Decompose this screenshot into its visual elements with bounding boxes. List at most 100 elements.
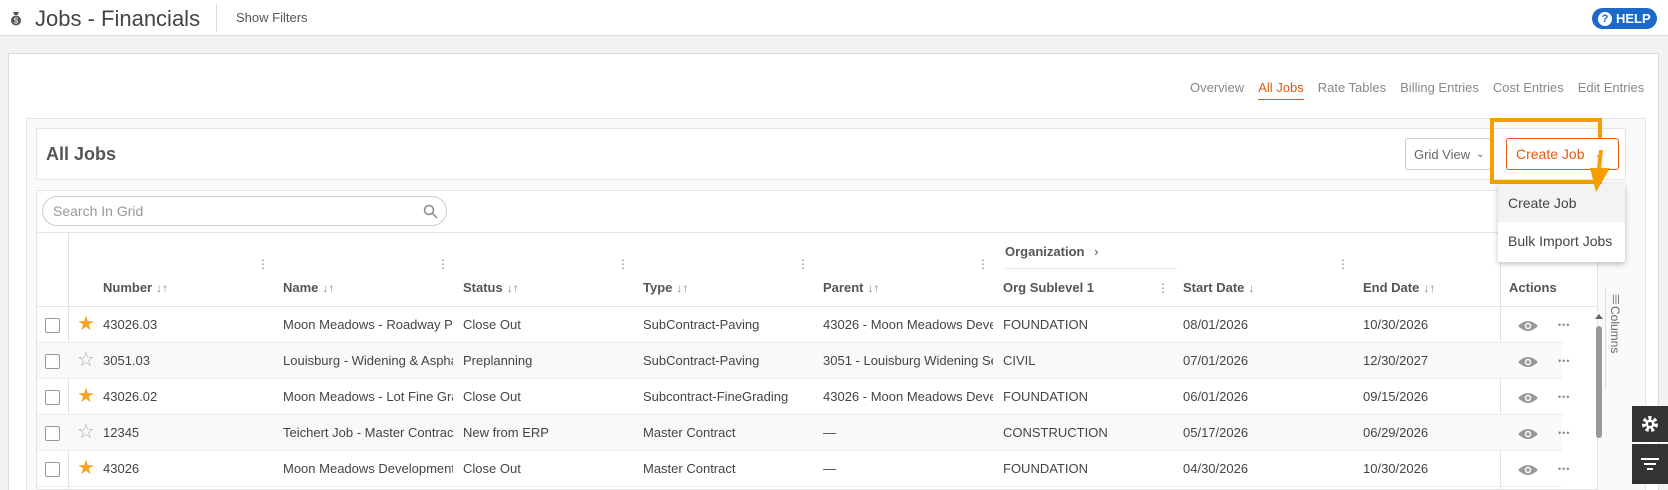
org-group-header[interactable]: Organization › <box>1005 244 1098 259</box>
row-start-date: 05/17/2026 <box>1183 425 1249 440</box>
column-header-name[interactable]: Name ↓↑ <box>283 280 334 295</box>
column-header-type[interactable]: Type ↓↑ <box>643 280 688 295</box>
row-checkbox[interactable] <box>45 354 60 369</box>
favorite-star-icon[interactable]: ☆ <box>77 350 95 370</box>
view-eye-icon[interactable] <box>1517 319 1539 333</box>
favorite-star-icon[interactable]: ★ <box>77 314 95 334</box>
menu-item-bulk-import-jobs[interactable]: Bulk Import Jobs <box>1498 222 1625 260</box>
tab-overview[interactable]: Overview <box>1190 80 1244 100</box>
column-label: Parent <box>823 280 864 295</box>
column-header-parent[interactable]: Parent ↓↑ <box>823 280 879 295</box>
row-status: Preplanning <box>463 353 533 368</box>
column-menu-icon[interactable]: ⋮ <box>257 258 269 270</box>
row-name[interactable]: Moon Meadows - Lot Fine Grading <box>283 379 453 415</box>
scroll-up-icon[interactable] <box>1594 312 1604 322</box>
column-menu-icon[interactable]: ⋮ <box>617 258 629 270</box>
column-label: Type <box>643 280 673 295</box>
view-eye-icon[interactable] <box>1517 427 1539 441</box>
row-end-date: 09/15/2026 <box>1363 389 1429 404</box>
column-menu-icon[interactable]: ⋮ <box>1337 258 1349 270</box>
tab-all-jobs[interactable]: All Jobs <box>1258 80 1304 100</box>
column-header-end-date[interactable]: End Date ↓↑ <box>1363 280 1435 295</box>
row-checkbox[interactable] <box>45 390 60 405</box>
row-checkbox[interactable] <box>45 318 60 333</box>
view-eye-icon[interactable] <box>1517 355 1539 369</box>
view-eye-icon[interactable] <box>1517 463 1539 477</box>
favorite-star-icon[interactable]: ☆ <box>77 422 95 442</box>
row-number[interactable]: 43026.03 <box>103 307 263 343</box>
divider <box>216 4 217 32</box>
scroll-thumb[interactable] <box>1596 326 1602 438</box>
gear-icon <box>1642 416 1658 432</box>
row-number[interactable]: 43026.02 <box>103 379 263 415</box>
money-bag-icon: $ <box>11 12 21 26</box>
tab-edit-entries[interactable]: Edit Entries <box>1578 80 1644 100</box>
table-row[interactable]: ★ 43026.02 Moon Meadows - Lot Fine Grading… <box>37 379 1569 415</box>
show-filters-button[interactable]: Show Filters <box>236 10 308 25</box>
more-actions-icon[interactable]: ••• <box>1558 415 1570 451</box>
column-label: Start Date <box>1183 280 1245 295</box>
column-header-status[interactable]: Status ↓↑ <box>463 280 519 295</box>
chevron-right-icon: › <box>1094 244 1099 259</box>
more-actions-icon[interactable]: ••• <box>1558 307 1570 343</box>
favorite-star-icon[interactable]: ★ <box>77 458 95 478</box>
grid-view-dropdown[interactable]: Grid View ⌄ <box>1405 138 1491 170</box>
columns-panel-tab[interactable]: ||| Columns <box>1605 288 1627 388</box>
filter-button[interactable] <box>1632 444 1668 484</box>
row-number[interactable]: 3051.03 <box>103 343 263 379</box>
column-header-start-date[interactable]: Start Date ↓ <box>1183 280 1254 295</box>
row-status: New from ERP <box>463 425 549 440</box>
row-org-sublevel: FOUNDATION <box>1003 389 1088 404</box>
sort-icon[interactable]: ↓↑ <box>322 281 334 295</box>
tab-billing-entries[interactable]: Billing Entries <box>1400 80 1479 100</box>
help-label: HELP <box>1616 11 1651 26</box>
sort-icon[interactable]: ↓↑ <box>156 281 168 295</box>
favorite-star-icon[interactable]: ★ <box>77 386 95 406</box>
row-checkbox[interactable] <box>45 426 60 441</box>
row-start-date: 06/01/2026 <box>1183 389 1249 404</box>
table-row[interactable]: ☆ 3051.03 Louisburg - Widening & Asphalt Pr… <box>37 343 1569 379</box>
sort-icon[interactable]: ↓↑ <box>867 281 879 295</box>
row-number[interactable]: 43026 <box>103 451 263 487</box>
column-header-number[interactable]: Number ↓↑ <box>103 280 168 295</box>
column-label: Status <box>463 280 503 295</box>
row-name[interactable]: Teichert Job - Master Contract <box>283 415 453 451</box>
sort-icon[interactable]: ↓↑ <box>676 281 688 295</box>
row-checkbox[interactable] <box>45 462 60 477</box>
row-name[interactable]: Moon Meadows - Roadway Paving <box>283 307 453 343</box>
row-parent: 43026 - Moon Meadows Development <box>823 317 993 332</box>
column-menu-icon[interactable]: ⋮ <box>1157 282 1169 294</box>
more-actions-icon[interactable]: ••• <box>1558 379 1570 415</box>
search-input[interactable]: Search In Grid <box>42 196 447 226</box>
settings-button[interactable] <box>1632 406 1668 442</box>
more-actions-icon[interactable]: ••• <box>1558 343 1570 379</box>
row-org-sublevel: CIVIL <box>1003 353 1036 368</box>
view-eye-icon[interactable] <box>1517 391 1539 405</box>
row-status: Close Out <box>463 461 521 476</box>
column-menu-icon[interactable]: ⋮ <box>797 258 809 270</box>
table-row[interactable]: ☆ 12345 Teichert Job - Master Contract New … <box>37 415 1569 451</box>
column-label: Name <box>283 280 319 295</box>
sort-icon[interactable]: ↓↑ <box>1423 281 1435 295</box>
vertical-scrollbar[interactable] <box>1594 312 1604 490</box>
table-row[interactable]: ★ 43026 Moon Meadows Development - Master C… <box>37 451 1569 487</box>
sort-desc-icon[interactable]: ↓ <box>1248 281 1254 295</box>
tab-cost-entries[interactable]: Cost Entries <box>1493 80 1564 100</box>
help-button[interactable]: ? HELP <box>1592 8 1657 29</box>
row-name[interactable]: Moon Meadows Development - Master <box>283 451 453 487</box>
row-name[interactable]: Louisburg - Widening & Asphalt <box>283 343 453 379</box>
row-number[interactable]: 12345 <box>103 415 263 451</box>
sort-icon[interactable]: ↓↑ <box>507 281 519 295</box>
row-parent: 43026 - Moon Meadows Development <box>823 389 993 404</box>
column-menu-icon[interactable]: ⋮ <box>437 258 449 270</box>
column-header-org-sublevel[interactable]: Org Sublevel 1 <box>1003 280 1094 295</box>
more-actions-icon[interactable]: ••• <box>1558 451 1570 487</box>
column-label: Number <box>103 280 153 295</box>
table-row[interactable]: ★ 43026.03 Moon Meadows - Roadway Paving Cl… <box>37 307 1569 343</box>
tab-rate-tables[interactable]: Rate Tables <box>1318 80 1386 100</box>
page-title: Jobs - Financials <box>35 6 201 31</box>
search-icon <box>423 204 438 219</box>
grid-title: All Jobs <box>46 144 117 164</box>
column-menu-icon[interactable]: ⋮ <box>977 258 989 270</box>
column-header-actions: Actions <box>1509 280 1557 295</box>
